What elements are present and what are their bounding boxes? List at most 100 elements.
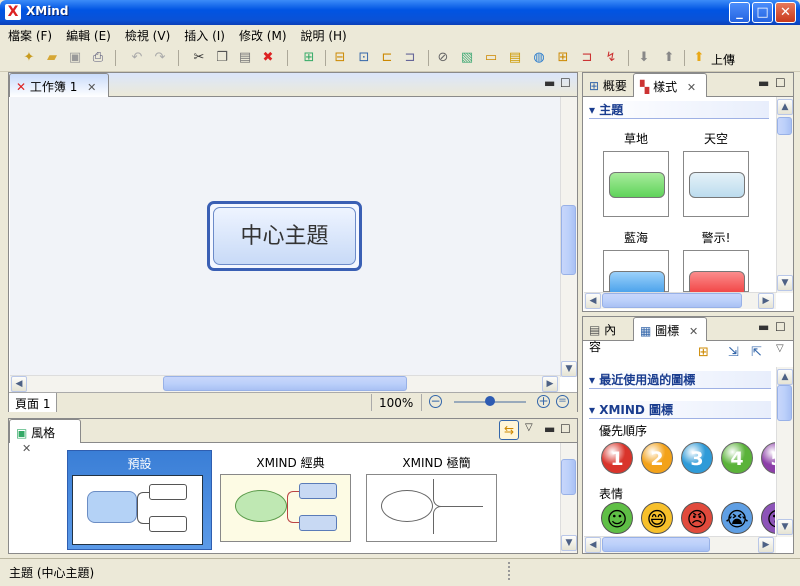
priority-4-icon[interactable]: 4 <box>721 442 753 474</box>
priority-3-icon[interactable]: 3 <box>681 442 713 474</box>
maximize-view-icon[interactable]: ☐ <box>775 76 786 90</box>
vertical-scroll-thumb[interactable] <box>561 205 576 275</box>
style-xmind-minimal[interactable]: XMIND 極簡 <box>364 450 509 550</box>
recent-markers-header[interactable]: ▾ 最近使用過的圖標 <box>589 371 771 389</box>
scroll-up-button[interactable]: ▲ <box>777 369 793 385</box>
maximize-button[interactable]: □ <box>752 2 773 23</box>
close-tab-icon[interactable]: ✕ <box>687 81 696 94</box>
drill-down-icon[interactable]: ⊞ <box>300 49 318 67</box>
copy-icon[interactable]: ❐ <box>213 49 231 67</box>
new-workbook-icon[interactable]: ✦ <box>20 49 38 67</box>
attachment-icon[interactable]: ⊘ <box>434 49 452 67</box>
notes-icon[interactable]: ▤ <box>506 49 524 67</box>
priority-1-icon[interactable]: 1 <box>601 442 633 474</box>
hyperlink-globe-icon[interactable]: ◍ <box>530 49 548 67</box>
style-horizontal-scrollbar[interactable]: ◀ ▶ <box>584 292 776 309</box>
minimize-view-icon[interactable]: ▬ <box>758 320 769 334</box>
priority-2-icon[interactable]: 2 <box>641 442 673 474</box>
tab-content[interactable]: ▤ 內容 <box>583 317 633 354</box>
maximize-view-icon[interactable]: ☐ <box>775 320 786 334</box>
scroll-right-button[interactable]: ▶ <box>758 293 774 309</box>
open-folder-icon[interactable]: ▰ <box>43 49 61 67</box>
surprise-icon[interactable]: 😮 <box>761 502 775 534</box>
scroll-right-button[interactable]: ▶ <box>542 376 558 392</box>
cut-icon[interactable]: ✂ <box>190 49 208 67</box>
menu-help[interactable]: 說明 (H) <box>293 25 353 44</box>
theme-grassland[interactable] <box>603 151 669 217</box>
zoom-in-icon[interactable]: + <box>537 395 550 408</box>
theme-section-header[interactable]: ▾ 主題 <box>589 101 769 119</box>
undo-icon[interactable]: ↶ <box>128 49 146 67</box>
print-icon[interactable]: ⎙ <box>89 49 107 67</box>
insert-topic-icon[interactable]: ⊟ <box>331 49 349 67</box>
move-up-icon[interactable]: ⬆ <box>660 49 678 67</box>
insert-parent-icon[interactable]: ⊏ <box>378 49 396 67</box>
close-tab-icon[interactable]: ✕ <box>22 442 31 455</box>
scroll-left-button[interactable]: ◀ <box>585 293 601 309</box>
laugh-icon[interactable]: 😄 <box>641 502 673 534</box>
central-topic-selection[interactable]: 中心主題 <box>207 201 362 271</box>
scroll-down-button[interactable]: ▼ <box>561 535 577 551</box>
close-tab-icon[interactable]: ✕ <box>689 325 698 338</box>
export-markers-icon[interactable]: ⇱ <box>751 345 762 360</box>
tab-format-style[interactable]: ▣ 風格 ✕ <box>9 419 81 455</box>
central-topic[interactable]: 中心主題 <box>213 207 356 265</box>
style-xmind-classic[interactable]: XMIND 經典 <box>218 450 363 550</box>
marker-vertical-scrollbar[interactable]: ▲ ▼ <box>776 367 793 537</box>
maximize-view-icon[interactable]: ☐ <box>560 422 571 436</box>
style-default[interactable]: 預設 <box>67 450 212 550</box>
style-vertical-scrollbar[interactable]: ▲ ▼ <box>776 97 793 293</box>
delete-icon[interactable]: ✖ <box>259 49 277 67</box>
angry-icon[interactable]: 😠 <box>681 502 713 534</box>
theme-ocean[interactable] <box>603 250 669 297</box>
scroll-right-button[interactable]: ▶ <box>758 537 774 553</box>
vertical-scroll-thumb[interactable] <box>777 385 792 421</box>
theme-sky[interactable] <box>683 151 749 217</box>
maximize-view-icon[interactable]: ☐ <box>560 76 571 90</box>
add-marker-icon[interactable]: ⊞ <box>698 345 709 360</box>
apply-style-icon[interactable]: ⇆ <box>499 420 519 440</box>
cry-icon[interactable]: 😭 <box>721 502 753 534</box>
editor-horizontal-scrollbar[interactable]: ◀ ▶ <box>10 375 560 392</box>
summary-icon[interactable]: ⊐ <box>578 49 596 67</box>
label-icon[interactable]: ▭ <box>482 49 500 67</box>
menu-insert[interactable]: 插入 (I) <box>176 25 231 44</box>
image-icon[interactable]: ▧ <box>458 49 476 67</box>
zoom-out-icon[interactable]: − <box>429 395 442 408</box>
upload-icon[interactable]: ⬆ <box>690 49 708 67</box>
view-menu-icon[interactable]: ▽ <box>525 422 533 433</box>
horizontal-scroll-thumb[interactable] <box>602 537 710 552</box>
scroll-up-button[interactable]: ▲ <box>777 99 793 115</box>
close-window-button[interactable]: ✕ <box>775 2 796 23</box>
insert-subtopic-icon[interactable]: ⊡ <box>355 49 373 67</box>
xmind-markers-header[interactable]: ▾ XMIND 圖標 <box>589 401 771 419</box>
priority-5-icon[interactable]: 5 <box>761 442 775 474</box>
menu-file[interactable]: 檔案 (F) <box>0 25 58 44</box>
scroll-down-button[interactable]: ▼ <box>777 275 793 291</box>
minimize-view-icon[interactable]: ▬ <box>544 76 555 90</box>
editor-vertical-scrollbar[interactable]: ▼ <box>560 97 577 377</box>
scroll-left-button[interactable]: ◀ <box>585 537 601 553</box>
paste-icon[interactable]: ▤ <box>236 49 254 67</box>
minimize-view-icon[interactable]: ▬ <box>758 76 769 90</box>
format-vertical-scrollbar[interactable]: ▼ <box>560 443 577 553</box>
smile-icon[interactable]: ☺ <box>601 502 633 534</box>
scroll-left-button[interactable]: ◀ <box>11 376 27 392</box>
scroll-down-button[interactable]: ▼ <box>777 519 793 535</box>
mind-map-canvas[interactable]: 中心主題 <box>10 97 561 377</box>
vertical-scroll-thumb[interactable] <box>561 459 576 495</box>
save-icon[interactable]: ▣ <box>66 49 84 67</box>
horizontal-scroll-thumb[interactable] <box>163 376 407 391</box>
page-tab[interactable]: 頁面 1 <box>9 393 58 412</box>
floating-topic-icon[interactable]: ⊐ <box>401 49 419 67</box>
import-markers-icon[interactable]: ⇲ <box>728 345 739 360</box>
zoom-fit-icon[interactable]: = <box>556 395 569 408</box>
menu-view[interactable]: 檢視 (V) <box>117 25 176 44</box>
tab-markers[interactable]: ▦ 圖標 ✕ <box>633 317 707 341</box>
boundary-icon[interactable]: ⊞ <box>554 49 572 67</box>
view-menu-icon[interactable]: ▽ <box>776 343 784 354</box>
theme-alert[interactable] <box>683 250 749 297</box>
tab-workbook[interactable]: ✕ 工作簿 1 ✕ <box>9 73 109 97</box>
upload-button[interactable]: 上傳 <box>711 51 735 68</box>
menu-modify[interactable]: 修改 (M) <box>231 25 293 44</box>
